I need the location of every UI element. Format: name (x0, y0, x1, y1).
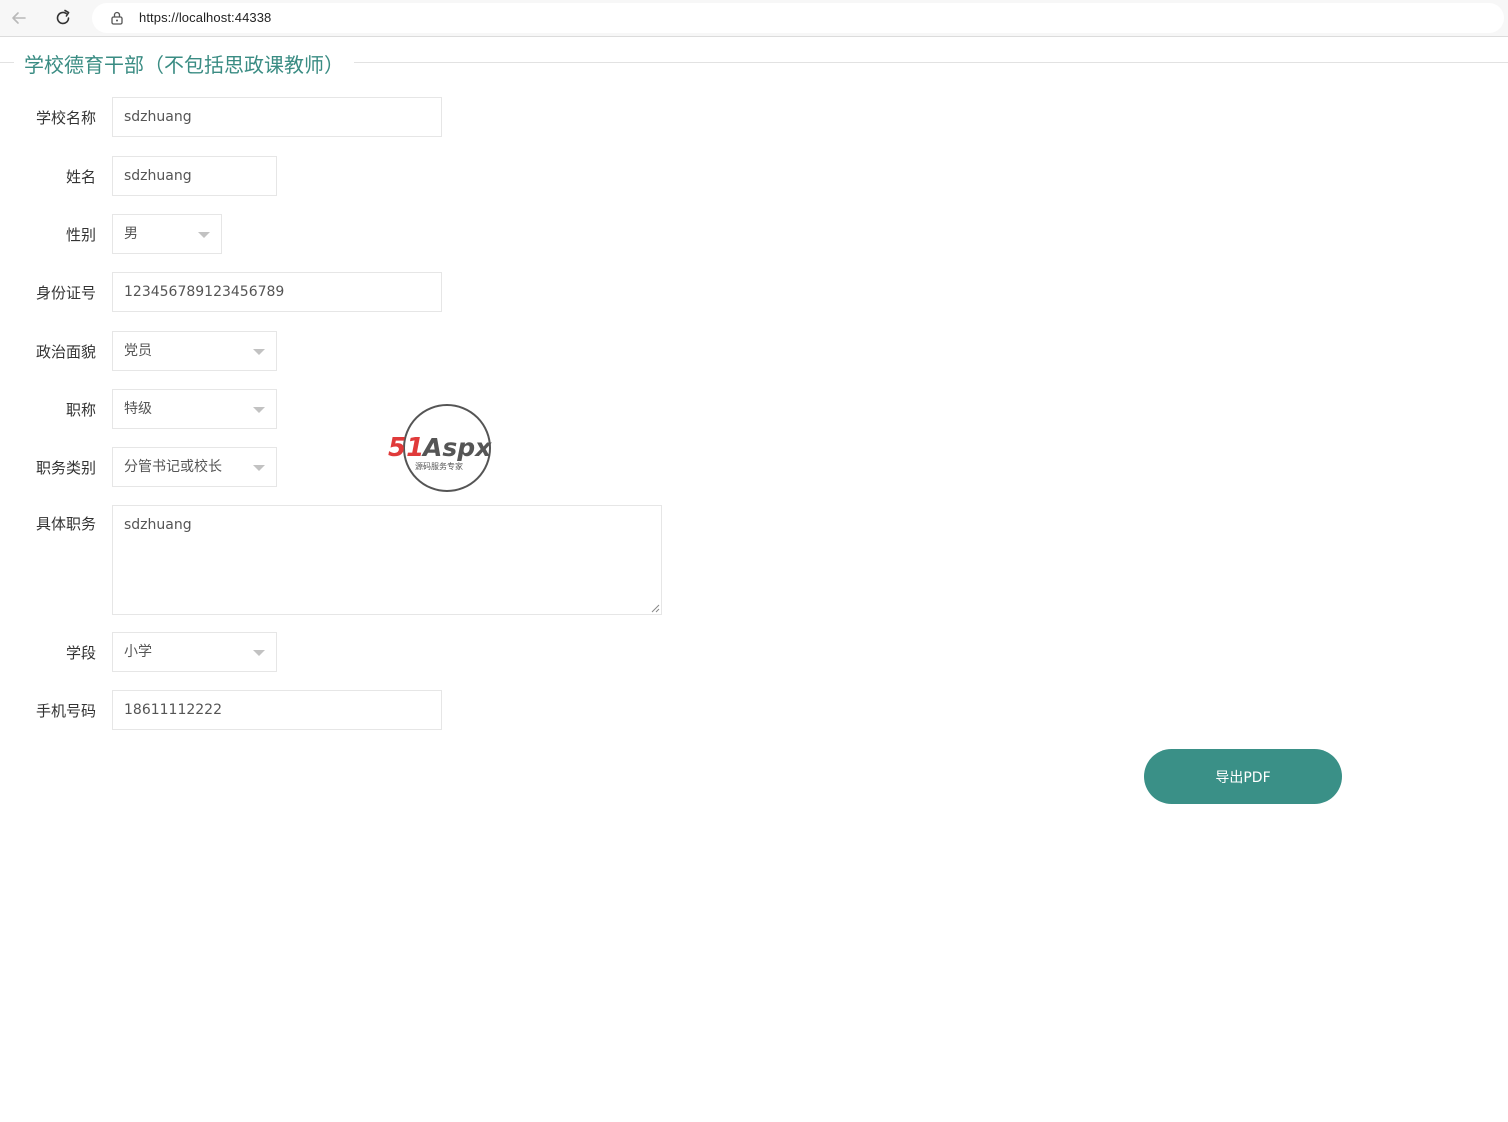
specific-position-textarea-value: sdzhuang (124, 517, 192, 533)
title-select-value: 特级 (124, 401, 152, 417)
caret-down-icon (198, 232, 210, 238)
arrow-left-icon (12, 12, 26, 24)
position-type-select-value: 分管书记或校长 (124, 459, 222, 475)
watermark-tagline: 源码服务专家 (415, 461, 463, 471)
caret-down-icon (253, 407, 265, 413)
gender-label: 性别 (65, 226, 96, 244)
back-button[interactable] (7, 6, 31, 30)
form-row-id-number: 身份证号 123456789123456789 (0, 272, 1508, 314)
school-stage-select[interactable]: 小学 (112, 632, 277, 672)
export-pdf-button[interactable]: 导出PDF (1144, 749, 1342, 804)
phone-label: 手机号码 (35, 702, 96, 720)
caret-down-icon (253, 465, 265, 471)
title-select[interactable]: 特级 (112, 389, 277, 429)
fieldset-border-right (354, 62, 1508, 63)
watermark-logo: 51 Aspx 源码服务专家 (388, 404, 492, 492)
school-name-label: 学校名称 (35, 109, 96, 127)
form-legend: 学校德育干部（不包括思政课教师） (24, 53, 344, 77)
form-row-title: 职称 特级 (0, 389, 1508, 431)
id-number-label: 身份证号 (35, 284, 96, 302)
caret-down-icon (253, 650, 265, 656)
school-stage-select-value: 小学 (124, 644, 152, 660)
fieldset-border-left (0, 62, 14, 63)
form-row-position-type: 职务类别 分管书记或校长 (0, 447, 1508, 489)
resize-grip-icon[interactable] (650, 603, 660, 613)
phone-input[interactable]: 18611112222 (112, 690, 442, 730)
gender-select[interactable]: 男 (112, 214, 222, 254)
form-row-school-stage: 学段 小学 (0, 632, 1508, 674)
position-type-label: 职务类别 (35, 459, 96, 477)
lock-icon[interactable] (109, 10, 125, 26)
form-row-phone: 手机号码 18611112222 (0, 690, 1508, 732)
school-name-input[interactable]: sdzhuang (112, 97, 442, 137)
watermark-brand-dark: Aspx (421, 433, 492, 462)
gender-select-value: 男 (124, 226, 138, 242)
political-status-label: 政治面貌 (35, 343, 96, 361)
address-bar[interactable]: https://localhost:44338 (92, 3, 1504, 33)
url-text[interactable]: https://localhost:44338 (139, 10, 271, 25)
political-status-select-value: 党员 (124, 343, 152, 359)
name-input[interactable]: sdzhuang (112, 156, 277, 196)
specific-position-textarea[interactable]: sdzhuang (112, 505, 662, 615)
form-row-gender: 性别 男 (0, 214, 1508, 256)
school-stage-label: 学段 (65, 644, 96, 662)
form-row-specific-position: 具体职务 sdzhuang (0, 505, 1508, 615)
form-row-name: 姓名 sdzhuang (0, 156, 1508, 198)
watermark-brand-red: 51 (388, 433, 424, 463)
browser-toolbar: https://localhost:44338 (0, 0, 1508, 37)
id-number-input[interactable]: 123456789123456789 (112, 272, 442, 312)
political-status-select[interactable]: 党员 (112, 331, 277, 371)
specific-position-label: 具体职务 (35, 515, 96, 533)
name-label: 姓名 (65, 168, 96, 186)
form-row-school-name: 学校名称 sdzhuang (0, 97, 1508, 139)
caret-down-icon (253, 349, 265, 355)
title-label: 职称 (65, 401, 96, 419)
reload-button[interactable] (51, 6, 75, 30)
reload-icon (56, 9, 70, 25)
form-row-political-status: 政治面貌 党员 (0, 331, 1508, 373)
position-type-select[interactable]: 分管书记或校长 (112, 447, 277, 487)
